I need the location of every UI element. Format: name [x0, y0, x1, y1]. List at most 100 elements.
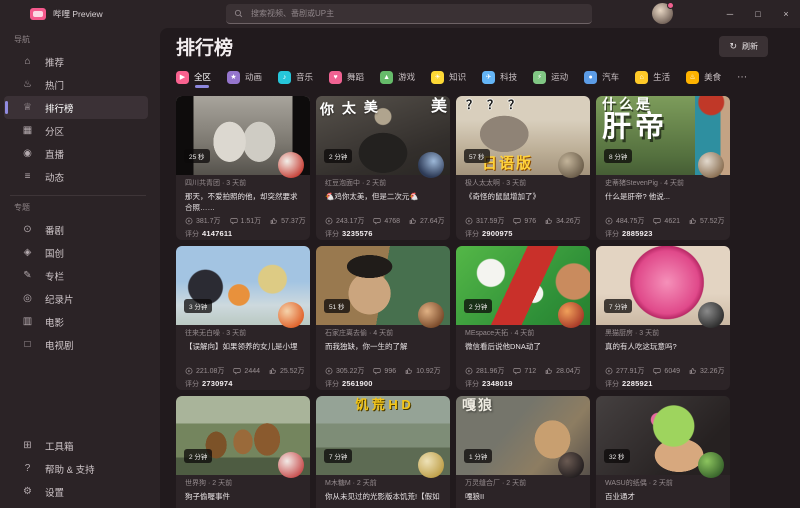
- views-stat: 221.08万: [185, 366, 224, 376]
- thumbs-up-icon: [545, 367, 553, 375]
- category-tab[interactable]: ● 汽车: [584, 66, 619, 88]
- sidebar-item[interactable]: ⚙ 设置: [4, 480, 148, 503]
- main-content: 排行榜 ↻ 刷新 ▶ 全区 ★ 动画 ♪ 音乐: [160, 28, 800, 508]
- play-count-icon: [605, 217, 613, 225]
- comments-value: 6049: [664, 368, 680, 375]
- meta-separator: ·: [502, 180, 504, 187]
- video-card[interactable]: 7 分钟 黑猫厨房 · 3 天前 真的有人吃这玩意吗? 277.91万: [596, 246, 730, 390]
- sidebar-item[interactable]: ⊙ 番剧: [4, 218, 148, 241]
- video-stats: 317.59万 976 34.26万: [465, 216, 581, 226]
- category-tab[interactable]: ♪ 音乐: [278, 66, 313, 88]
- play-count-icon: [465, 367, 473, 375]
- video-card[interactable]: 嘎狼 1 分钟 万灵缝合厂 · 2 天前 嘎狼II: [456, 396, 590, 508]
- comments-stat: 996: [373, 367, 396, 375]
- more-tabs-button[interactable]: ⋯: [737, 72, 748, 83]
- uploader-avatar[interactable]: [278, 152, 304, 178]
- uploader-avatar[interactable]: [698, 302, 724, 328]
- sidebar-item[interactable]: ⊞ 工具箱: [4, 434, 148, 457]
- user-avatar[interactable]: [652, 3, 673, 24]
- sidebar-item[interactable]: ▦ 分区: [4, 119, 148, 142]
- search-input[interactable]: [249, 8, 584, 19]
- video-card[interactable]: ？？？ 日语版 57 秒 极人太太啊 · 3 天前 《奇怪的鼠鼠增加了》: [456, 96, 590, 240]
- video-card[interactable]: 3 分钟 往来无白噪 · 3 天前 【误解向】如果领养的女儿是小埋 221.08…: [176, 246, 310, 390]
- thumbnail-overlay-text: 肝帝: [602, 112, 668, 144]
- category-tab[interactable]: ♥ 舞蹈: [329, 66, 364, 88]
- uploader-avatar[interactable]: [558, 302, 584, 328]
- category-tab[interactable]: ▶ 全区: [176, 66, 211, 88]
- score-row: 评分4147611: [185, 229, 301, 239]
- category-tab[interactable]: ★ 动画: [227, 66, 262, 88]
- uploader-avatar[interactable]: [698, 452, 724, 478]
- video-card[interactable]: 你 太 美 美 2 分钟 红豆泡面中 · 2 天前 🐔鸡你太美，但是二次元🐔: [316, 96, 450, 240]
- sidebar-item[interactable]: ▥ 电影: [4, 310, 148, 333]
- video-card[interactable]: 2 分钟 MEspace天拓 · 4 天前 微信看后说他DNA动了 281.96…: [456, 246, 590, 390]
- sidebar-item[interactable]: ◎ 纪录片: [4, 287, 148, 310]
- video-card[interactable]: 32 秒 WASU的纸偶 · 2 天前 百业通才: [596, 396, 730, 508]
- video-card[interactable]: 2 分钟 世界狗 · 2 天前 狗子偷喔事件: [176, 396, 310, 508]
- sidebar-item-label: 纪录片: [45, 292, 74, 306]
- video-info: 四川共青团 · 3 天前 那天，不爱拍照的他，却突然要求合照…… 381.7万 …: [176, 175, 310, 239]
- category-tab[interactable]: ▲ 游戏: [380, 66, 415, 88]
- likes-value: 28.04万: [556, 366, 581, 376]
- sidebar-item[interactable]: ◈ 国创: [4, 241, 148, 264]
- video-info: 石家庄离去偷 · 4 天前 而我独缺，你一生的了解 305.22万 996: [316, 325, 450, 389]
- sidebar-item[interactable]: □ 电视剧: [4, 333, 148, 356]
- category-tabs: ▶ 全区 ★ 动画 ♪ 音乐 ♥ 舞蹈 ▲: [176, 66, 800, 88]
- sidebar-item[interactable]: ♕ 排行榜: [4, 96, 148, 119]
- comments-value: 4768: [384, 218, 400, 225]
- score-value: 2885923: [622, 229, 653, 238]
- refresh-button[interactable]: ↻ 刷新: [719, 36, 768, 57]
- uploader-avatar[interactable]: [418, 302, 444, 328]
- meta-separator: ·: [510, 330, 512, 337]
- uploader-avatar[interactable]: [558, 452, 584, 478]
- sidebar-item-label: 电影: [45, 315, 64, 329]
- window-controls: ─ □ ×: [716, 0, 800, 28]
- likes-value: 25.52万: [280, 366, 305, 376]
- thumbnail-overlay-text: 饥 荒 H D: [316, 398, 450, 412]
- category-tab[interactable]: ⚡ 运动: [533, 66, 568, 88]
- minimize-button[interactable]: ─: [716, 0, 744, 28]
- uploader-avatar[interactable]: [558, 152, 584, 178]
- video-card[interactable]: 什么是 肝帝 8 分钟 史蒂猪StevenPig · 4 天前 什么是肝帝? 他…: [596, 96, 730, 240]
- sidebar-item[interactable]: ? 帮助 & 支持: [4, 457, 148, 480]
- video-card[interactable]: 饥 荒 H D 7 分钟 M木糖M · 2 天前 你从未见过的光影版本饥荒!【假…: [316, 396, 450, 508]
- sidebar-item[interactable]: ⌂ 推荐: [4, 50, 148, 73]
- thumbnail-overlay-text: ？？？: [466, 99, 529, 112]
- app-identity: 哔哩 Preview: [30, 0, 103, 28]
- likes-value: 57.52万: [700, 216, 725, 226]
- uploader-avatar[interactable]: [278, 452, 304, 478]
- sidebar-item[interactable]: ✎ 专栏: [4, 264, 148, 287]
- category-tab[interactable]: ⌂ 生活: [635, 66, 670, 88]
- comment-icon: [513, 217, 521, 225]
- video-info: 往来无白噪 · 3 天前 【误解向】如果领养的女儿是小埋 221.08万 244…: [176, 325, 310, 389]
- category-tab[interactable]: ☀ 知识: [431, 66, 466, 88]
- sidebar-item[interactable]: ♨ 热门: [4, 73, 148, 96]
- uploader-avatar[interactable]: [698, 152, 724, 178]
- comment-icon: [233, 367, 241, 375]
- close-button[interactable]: ×: [772, 0, 800, 28]
- uploader-avatar[interactable]: [278, 302, 304, 328]
- comments-value: 996: [384, 368, 396, 375]
- thumbnail-overlay-text: 什么是: [602, 97, 653, 112]
- sidebar-item-label: 电视剧: [45, 338, 74, 352]
- score-label: 评分: [605, 231, 619, 238]
- sidebar-item[interactable]: ◉ 直播: [4, 142, 148, 165]
- category-tab[interactable]: ✈ 科技: [482, 66, 517, 88]
- comments-value: 976: [524, 218, 536, 225]
- video-card[interactable]: 51 秒 石家庄离去偷 · 4 天前 而我独缺，你一生的了解 305.22万: [316, 246, 450, 390]
- sidebar-item[interactable]: ≡ 动态: [4, 165, 148, 188]
- likes-value: 27.64万: [420, 216, 445, 226]
- uploader-avatar[interactable]: [418, 452, 444, 478]
- maximize-button[interactable]: □: [744, 0, 772, 28]
- likes-stat: 27.64万: [409, 216, 445, 226]
- category-tab[interactable]: ♨ 美食: [686, 66, 721, 88]
- video-stats: 277.91万 6049 32.26万: [605, 366, 721, 376]
- video-grid: 25 秒 四川共青团 · 3 天前 那天，不爱拍照的他，却突然要求合照…… 38…: [176, 96, 800, 508]
- sidebar-item-label: 帮助 & 支持: [45, 462, 95, 476]
- score-label: 评分: [605, 381, 619, 388]
- thumbnail-overlay-text: 美: [431, 98, 447, 116]
- search-bar[interactable]: [226, 4, 592, 24]
- video-card[interactable]: 25 秒 四川共青团 · 3 天前 那天，不爱拍照的他，却突然要求合照…… 38…: [176, 96, 310, 240]
- thumbnail-overlay-text: 日语版: [482, 156, 533, 173]
- uploader-avatar[interactable]: [418, 152, 444, 178]
